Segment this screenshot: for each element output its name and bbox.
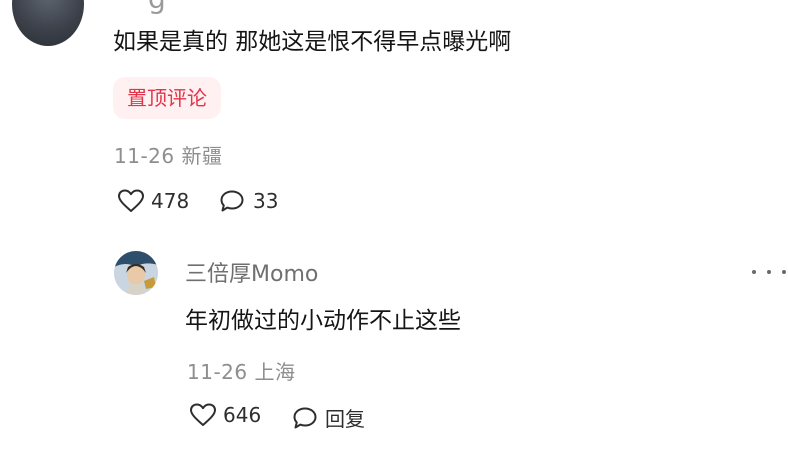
more-dots-icon[interactable] bbox=[752, 262, 786, 282]
commenter-username[interactable]: g bbox=[148, 0, 170, 15]
comment-meta: 11-26 新疆 bbox=[114, 140, 222, 169]
avatar-image bbox=[114, 251, 158, 295]
reply-username[interactable]: 三倍厚Momo bbox=[185, 256, 318, 288]
comment-text: 如果是真的 那她这是恨不得早点曝光啊 bbox=[113, 29, 512, 55]
speech-bubble-icon bbox=[292, 406, 318, 430]
heart-icon bbox=[117, 189, 145, 213]
reply-location: 上海 bbox=[254, 360, 296, 384]
pinned-comment-badge: 置顶评论 bbox=[113, 77, 221, 119]
comment-location: 新疆 bbox=[181, 144, 223, 168]
reply-text: 年初做过的小动作不止这些 bbox=[185, 308, 461, 334]
reply-date: 11-26 bbox=[187, 360, 248, 384]
reply-count-button[interactable]: 33 bbox=[219, 189, 278, 213]
speech-bubble-icon bbox=[219, 189, 245, 213]
heart-icon bbox=[189, 403, 217, 427]
reply-button[interactable]: 回复 bbox=[292, 403, 365, 432]
reply-count: 33 bbox=[253, 189, 279, 213]
reply-label: 回复 bbox=[325, 407, 365, 431]
like-button[interactable]: 478 bbox=[117, 189, 189, 213]
reply-like-button[interactable]: 646 bbox=[189, 403, 261, 427]
commenter-avatar[interactable] bbox=[12, 0, 84, 46]
reply-meta: 11-26 上海 bbox=[187, 356, 295, 385]
like-count: 478 bbox=[151, 189, 190, 213]
reply-avatar[interactable] bbox=[114, 251, 158, 295]
comment-date: 11-26 bbox=[114, 144, 175, 168]
reply-like-count: 646 bbox=[223, 403, 262, 427]
